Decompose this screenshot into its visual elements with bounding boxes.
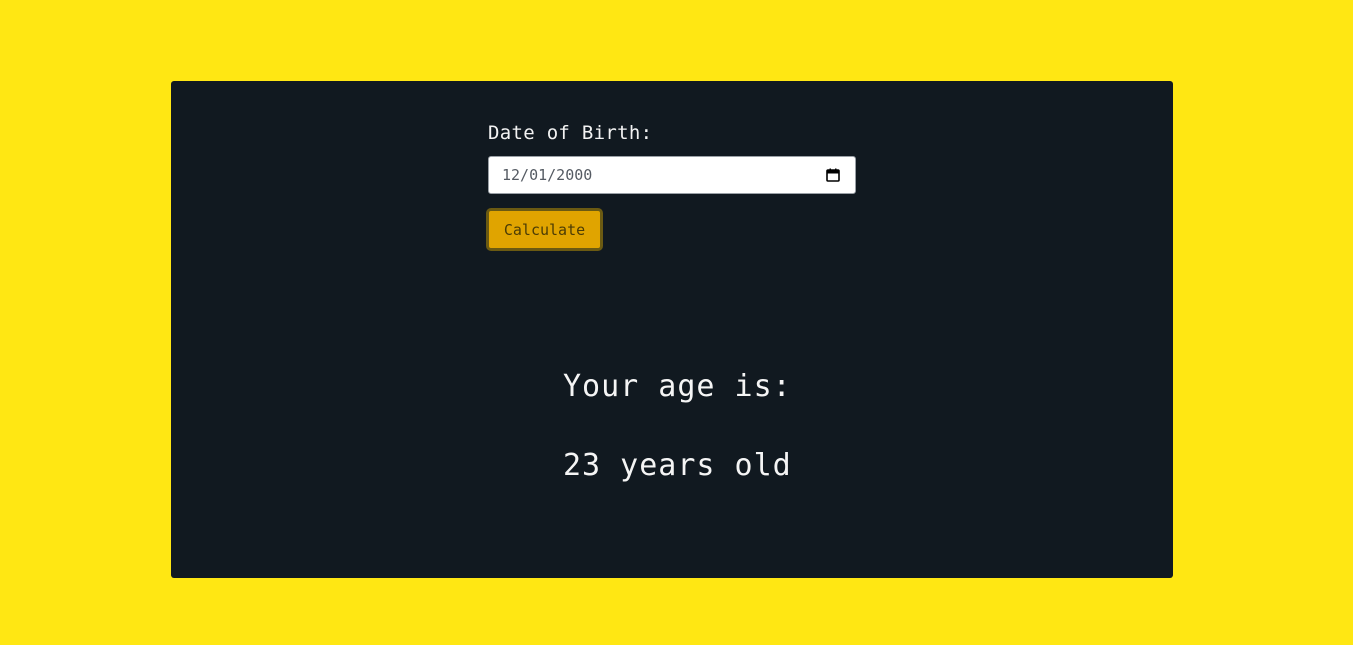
dob-form: Date of Birth: 12/01/2000 Calculate xyxy=(486,121,856,251)
result-age-value: 23 years old xyxy=(563,448,792,483)
dob-date-input[interactable]: 12/01/2000 xyxy=(488,156,856,194)
age-calculator-card: Date of Birth: 12/01/2000 Calculate Your… xyxy=(171,81,1173,578)
dob-date-value[interactable]: 12/01/2000 xyxy=(502,166,592,185)
result-heading: Your age is: xyxy=(563,369,792,404)
calendar-icon[interactable] xyxy=(826,168,840,182)
calculate-button[interactable]: Calculate xyxy=(486,208,603,251)
dob-label: Date of Birth: xyxy=(488,122,653,144)
